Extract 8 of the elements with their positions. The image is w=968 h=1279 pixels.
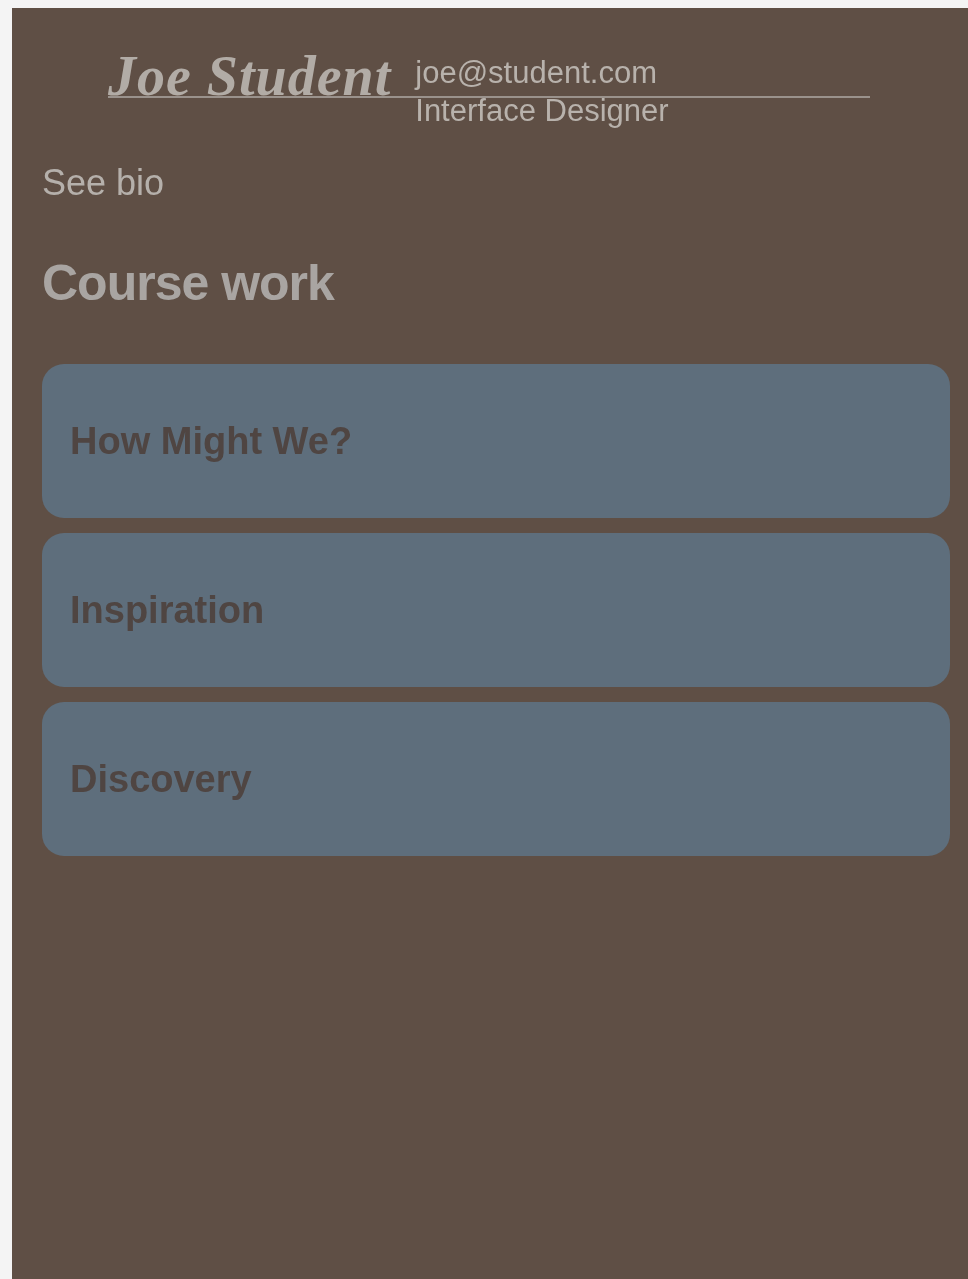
email-text: joe@student.com <box>415 54 658 92</box>
see-bio-link[interactable]: See bio <box>42 162 165 204</box>
section-title: Course work <box>42 254 336 312</box>
course-card[interactable]: Discovery <box>42 702 950 856</box>
logo-name: Joe Student <box>108 48 392 104</box>
course-card[interactable]: How Might We? <box>42 364 950 518</box>
course-card[interactable]: Inspiration <box>42 533 950 687</box>
role-text: Interface Designer <box>415 92 669 130</box>
